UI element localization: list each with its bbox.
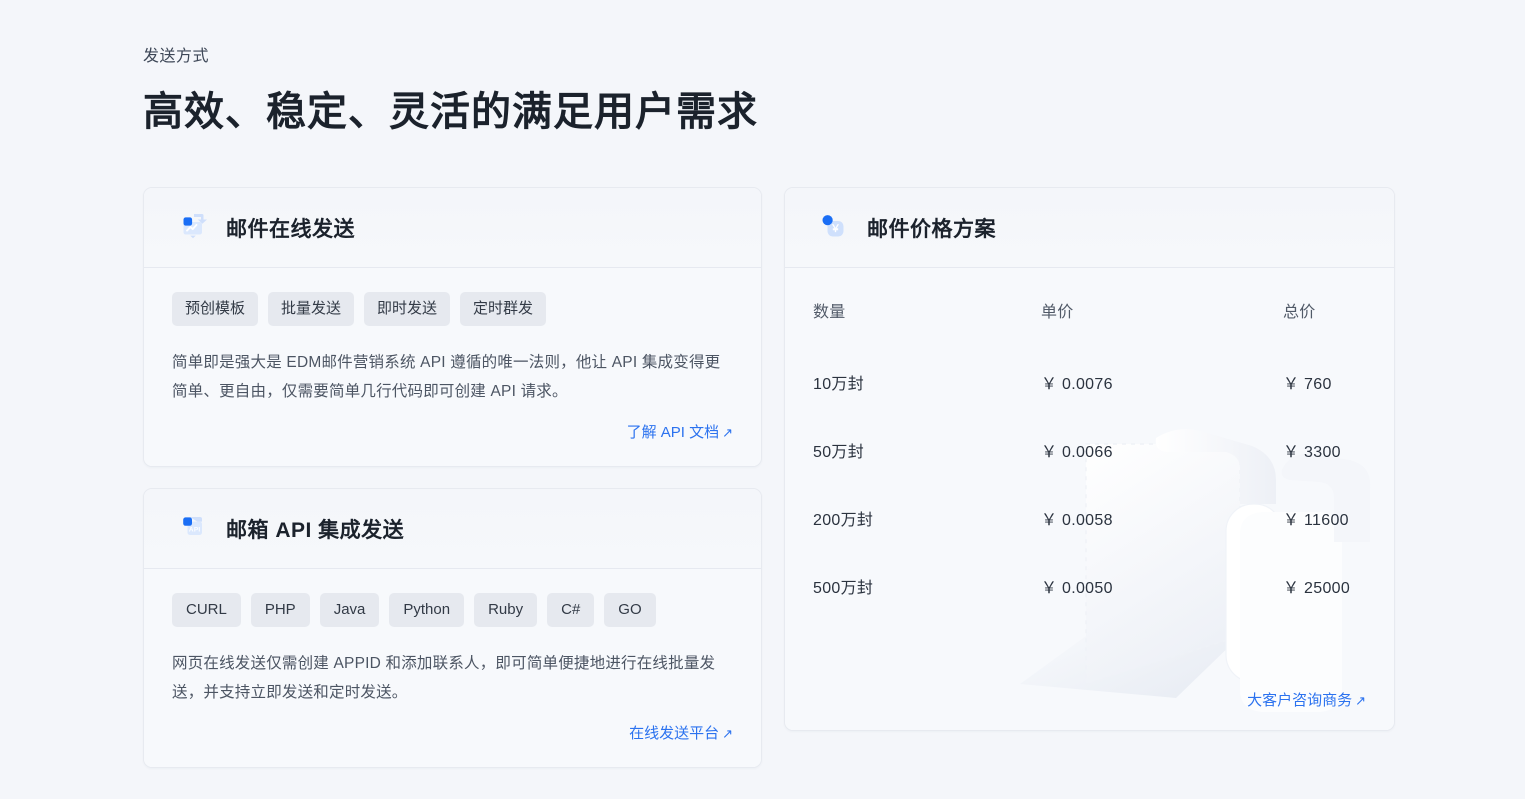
card-api-send-body: CURL PHP Java Python Ruby C# GO 网页在线发送仅需… [144, 569, 761, 767]
table-row: 50万封 ￥ 0.0066 ￥ 3300 [813, 416, 1366, 484]
page-hero: 发送方式 高效、稳定、灵活的满足用户需求 [143, 46, 1403, 138]
online-platform-link[interactable]: 在线发送平台 ↗ [629, 723, 733, 745]
card-pricing-body: 数量 单价 总价 10万封 ￥ 0.0076 ￥ 760 50万封 ￥ 0.00… [785, 268, 1394, 730]
table-row: 10万封 ￥ 0.0076 ￥ 760 [813, 348, 1366, 416]
section-eyebrow: 发送方式 [143, 48, 210, 65]
pricing-col-total: 总价 [1283, 304, 1316, 321]
pricing-total: ￥ 760 [1283, 376, 1332, 393]
api-docs-link[interactable]: 了解 API 文档 ↗ [627, 422, 733, 444]
card-online-send: 邮件在线发送 预创模板 批量发送 即时发送 定时群发 简单即是强大是 EDM邮件… [143, 187, 762, 467]
card-api-send-header: API 邮箱 API 集成发送 [144, 489, 761, 569]
enterprise-contact-link[interactable]: 大客户咨询商务 ↗ [1247, 692, 1366, 709]
card-online-send-body: 预创模板 批量发送 即时发送 定时群发 简单即是强大是 EDM邮件营销系统 AP… [144, 268, 761, 466]
api-docs-link-label: 了解 API 文档 [626, 424, 720, 441]
pricing-col-unit: 单价 [1041, 304, 1074, 321]
online-send-description: 简单即是强大是 EDM邮件营销系统 API 遵循的唯一法则，他让 API 集成变… [172, 354, 721, 400]
external-arrow-icon: ↗ [1355, 693, 1366, 708]
pricing-link-row: 大客户咨询商务 ↗ [1247, 690, 1366, 712]
table-row: 500万封 ￥ 0.0050 ￥ 25000 [813, 552, 1366, 620]
card-online-send-header: 邮件在线发送 [144, 188, 761, 268]
svg-text:API: API [189, 526, 201, 533]
api-card-icon: API [172, 506, 212, 551]
pricing-total: ￥ 11600 [1283, 512, 1349, 529]
page-root: 发送方式 高效、稳定、灵活的满足用户需求 邮件在线发送 预创模板 批量发送 即时… [0, 0, 1525, 799]
lang-chip[interactable]: GO [604, 593, 656, 627]
pricing-table-header-row: 数量 单价 总价 [813, 268, 1366, 348]
content-columns: 邮件在线发送 预创模板 批量发送 即时发送 定时群发 简单即是强大是 EDM邮件… [143, 187, 1395, 768]
chart-screen-icon [172, 205, 212, 250]
enterprise-contact-link-label: 大客户咨询商务 [1247, 692, 1353, 709]
online-platform-link-label: 在线发送平台 [629, 725, 720, 742]
pricing-unit: ￥ 0.0066 [1041, 444, 1113, 461]
pricing-qty: 200万封 [813, 512, 874, 529]
pricing-qty: 10万封 [813, 376, 864, 393]
external-arrow-icon: ↗ [722, 425, 733, 440]
card-api-send: API 邮箱 API 集成发送 CURL PHP Java Python Rub… [143, 488, 762, 768]
tag-chip[interactable]: 定时群发 [460, 292, 547, 326]
api-send-tag-list: CURL PHP Java Python Ruby C# GO [172, 593, 733, 627]
external-arrow-icon: ↗ [722, 726, 733, 741]
card-pricing: ￥ 邮件价格方案 数量 单价 总价 10万封 ￥ 0.0076 ￥ 760 50… [784, 187, 1395, 731]
pricing-col-qty: 数量 [813, 304, 846, 321]
lang-chip[interactable]: Python [389, 593, 465, 627]
pricing-unit: ￥ 0.0058 [1041, 512, 1113, 529]
tag-chip[interactable]: 预创模板 [172, 292, 259, 326]
api-send-link-row: 在线发送平台 ↗ [172, 723, 733, 745]
tag-chip[interactable]: 批量发送 [268, 292, 355, 326]
table-row: 200万封 ￥ 0.0058 ￥ 11600 [813, 484, 1366, 552]
api-send-description: 网页在线发送仅需创建 APPID 和添加联系人，即可简单便捷地进行在线批量发送，… [172, 655, 716, 701]
lang-chip[interactable]: Ruby [474, 593, 538, 627]
pricing-unit: ￥ 0.0076 [1041, 376, 1113, 393]
lang-chip[interactable]: PHP [250, 593, 310, 627]
tag-chip[interactable]: 即时发送 [364, 292, 451, 326]
online-send-link-row: 了解 API 文档 ↗ [172, 422, 733, 444]
yuan-coin-icon: ￥ [813, 205, 853, 250]
pricing-qty: 500万封 [813, 580, 874, 597]
card-api-send-title: 邮箱 API 集成发送 [226, 518, 405, 542]
right-column: ￥ 邮件价格方案 数量 单价 总价 10万封 ￥ 0.0076 ￥ 760 50… [784, 187, 1395, 731]
lang-chip[interactable]: Java [319, 593, 380, 627]
pricing-table: 数量 单价 总价 10万封 ￥ 0.0076 ￥ 760 50万封 ￥ 0.00… [813, 268, 1366, 620]
lang-chip[interactable]: CURL [172, 593, 241, 627]
card-online-send-title: 邮件在线发送 [226, 217, 355, 241]
card-pricing-header: ￥ 邮件价格方案 [785, 188, 1394, 268]
pricing-total: ￥ 3300 [1283, 444, 1341, 461]
lang-chip[interactable]: C# [547, 593, 595, 627]
left-column: 邮件在线发送 预创模板 批量发送 即时发送 定时群发 简单即是强大是 EDM邮件… [143, 187, 762, 768]
online-send-tag-list: 预创模板 批量发送 即时发送 定时群发 [172, 292, 733, 326]
page-title: 高效、稳定、灵活的满足用户需求 [143, 90, 758, 134]
pricing-unit: ￥ 0.0050 [1041, 580, 1113, 597]
svg-text:￥: ￥ [831, 224, 841, 235]
pricing-qty: 50万封 [813, 444, 864, 461]
pricing-total: ￥ 25000 [1283, 580, 1351, 597]
card-pricing-title: 邮件价格方案 [867, 217, 996, 241]
